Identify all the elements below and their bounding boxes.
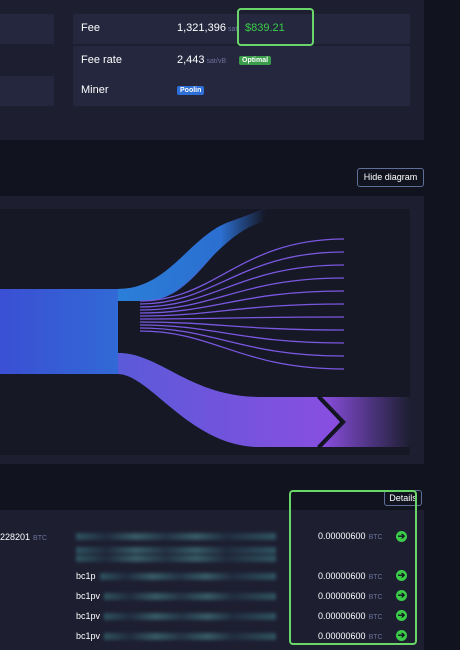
miner-label: Miner [81,84,109,96]
blurred-address [76,533,276,540]
fee-usd-value: $839.21 [245,22,285,34]
output-value: 0.00000600 BTC [318,611,383,621]
input-unit: BTC [33,535,48,542]
miner-row: Miner Poolin [73,76,410,106]
output-value: 0.00000600 BTC [318,571,383,581]
blurred-address [104,593,276,600]
fee-rate-row: Fee rate 2,443 sat/vB Optimal [73,46,410,76]
left-info-row [0,76,54,106]
output-address[interactable]: bc1pv [76,611,100,621]
input-value: 228201 BTC [0,532,48,542]
blurred-address [104,613,276,620]
fee-sats-value: 1,321,396 sat [177,22,238,34]
blurred-address [100,573,276,580]
blurred-address [104,633,276,640]
output-address[interactable]: bc1p [76,571,96,581]
output-address[interactable]: bc1pv [76,591,100,601]
blurred-address [76,555,276,562]
fee-sats-unit: sat [227,26,238,33]
hide-diagram-button[interactable]: Hide diagram [357,168,424,187]
go-arrow-icon[interactable]: ➔ [396,610,407,621]
go-arrow-icon[interactable]: ➔ [396,630,407,641]
output-address[interactable]: bc1pv [76,631,100,641]
fee-row: Fee 1,321,396 sat $839.21 [73,14,410,44]
fee-label: Fee [81,22,100,34]
output-value: 0.00000600 BTC [318,591,383,601]
fee-rate-label: Fee rate [81,54,122,66]
miner-badge: Poolin [177,86,205,95]
go-arrow-icon[interactable]: ➔ [396,531,407,542]
left-info-row [0,14,54,44]
go-arrow-icon[interactable]: ➔ [396,590,407,601]
transaction-flow-diagram [0,209,410,455]
output-value: 0.00000600 BTC [318,631,383,641]
go-arrow-icon[interactable]: ➔ [396,570,407,581]
details-button[interactable]: Details [384,490,422,506]
fee-rate-value: 2,443 sat/vB [177,54,226,66]
fee-rate-badge: Optimal [239,56,272,65]
blurred-address [76,547,276,554]
fee-rate-unit: sat/vB [206,58,226,65]
output-value: 0.00000600 BTC [318,531,383,541]
